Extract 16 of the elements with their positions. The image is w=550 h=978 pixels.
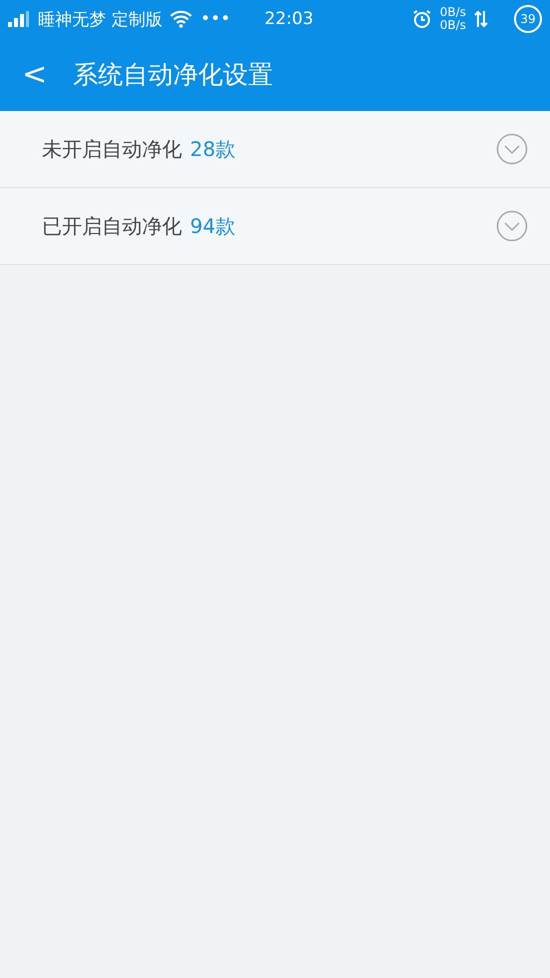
group-label: 未开启自动净化 28款 <box>42 136 236 162</box>
more-indicator: ••• <box>200 9 230 29</box>
page-title: 系统自动净化设置 <box>73 59 274 91</box>
upload-speed: 0B/s <box>440 6 466 19</box>
group-label: 已开启自动净化 94款 <box>42 212 236 240</box>
carrier-name: 睡神无梦 定制版 <box>38 8 162 30</box>
back-button[interactable]: < <box>18 57 52 92</box>
clock-time: 22:03 <box>264 9 314 29</box>
signal-icon <box>8 11 30 27</box>
data-arrows-icon <box>474 10 488 28</box>
battery-level: 39 <box>514 5 542 33</box>
chevron-down-icon[interactable] <box>496 133 528 165</box>
download-speed: 0B/s <box>440 19 466 32</box>
chevron-down-icon[interactable] <box>496 210 528 242</box>
wifi-icon <box>170 10 192 28</box>
alarm-clock-icon <box>412 9 432 29</box>
